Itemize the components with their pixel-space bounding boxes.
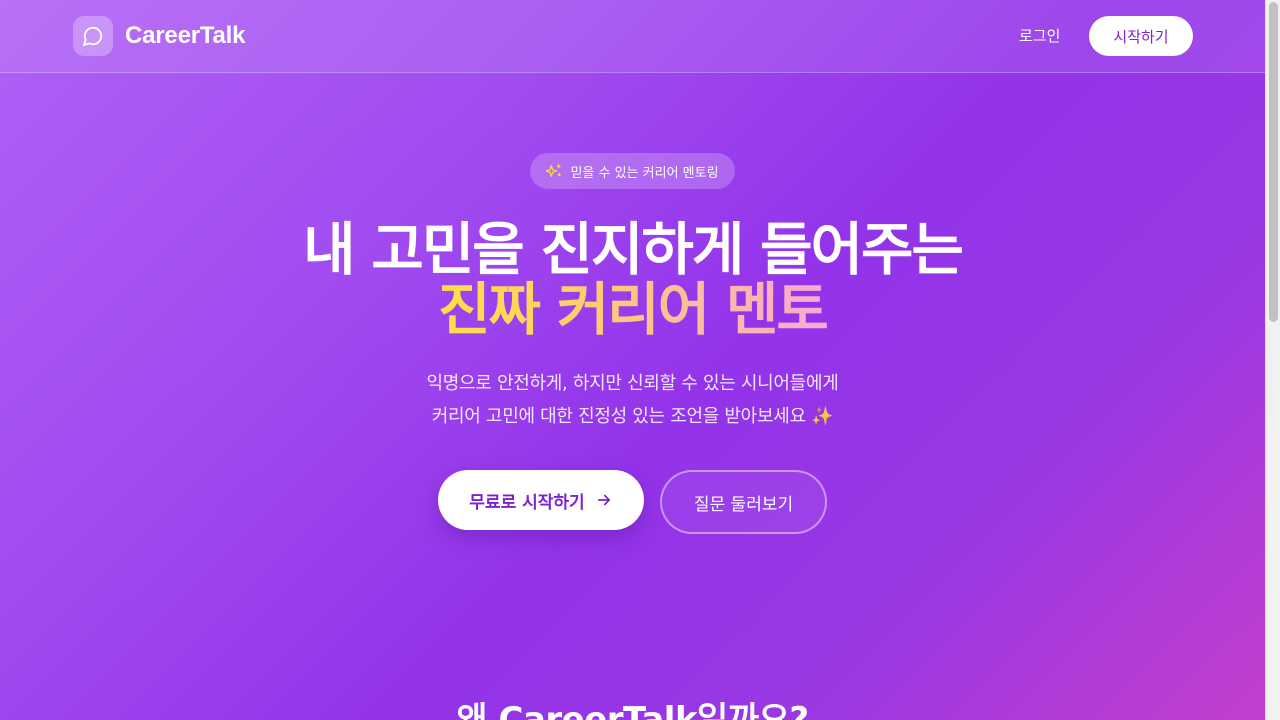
free-start-button[interactable]: 무료로 시작하기	[438, 470, 644, 530]
top-navbar: CareerTalk 로그인 시작하기	[0, 0, 1265, 73]
hero-title-line2: 진짜 커리어 멘토	[0, 282, 1265, 339]
scrollbar-thumb[interactable]	[1269, 2, 1278, 322]
brand-logo[interactable]: CareerTalk	[73, 16, 246, 56]
arrow-right-icon	[597, 494, 610, 506]
login-link[interactable]: 로그인	[1019, 25, 1060, 46]
logo-badge	[73, 16, 113, 56]
hero-badge: 믿을 수 있는 커리어 멘토링	[530, 153, 735, 189]
features-section-title: 왜 CareerTalk일까요?	[456, 700, 809, 720]
start-button[interactable]: 시작하기	[1089, 16, 1193, 56]
sparkles-icon	[546, 164, 562, 177]
hero-title-line1: 내 고민을 진지하게 들어주는	[303, 217, 964, 283]
vertical-scrollbar[interactable]	[1265, 0, 1280, 720]
browse-questions-button[interactable]: 질문 둘러보기	[660, 470, 827, 534]
message-circle-icon	[82, 26, 103, 47]
free-start-label: 무료로 시작하기	[469, 492, 585, 513]
brand-name: CareerTalk	[125, 22, 246, 49]
hero-title-highlight: 진짜 커리어 멘토	[438, 277, 829, 343]
hero-badge-text: 믿을 수 있는 커리어 멘토링	[570, 165, 719, 181]
hero-subtitle-line2: 커리어 고민에 대한 진정성 있는 조언을 받아보세요 ✨	[431, 406, 834, 427]
landing-page: CareerTalk 로그인 시작하기 믿을 수 있는 커리어 멘토링 내 고민…	[0, 0, 1265, 720]
hero-subtitle-line1: 익명으로 안전하게, 하지만 신뢰할 수 있는 시니어들에게	[426, 373, 839, 394]
